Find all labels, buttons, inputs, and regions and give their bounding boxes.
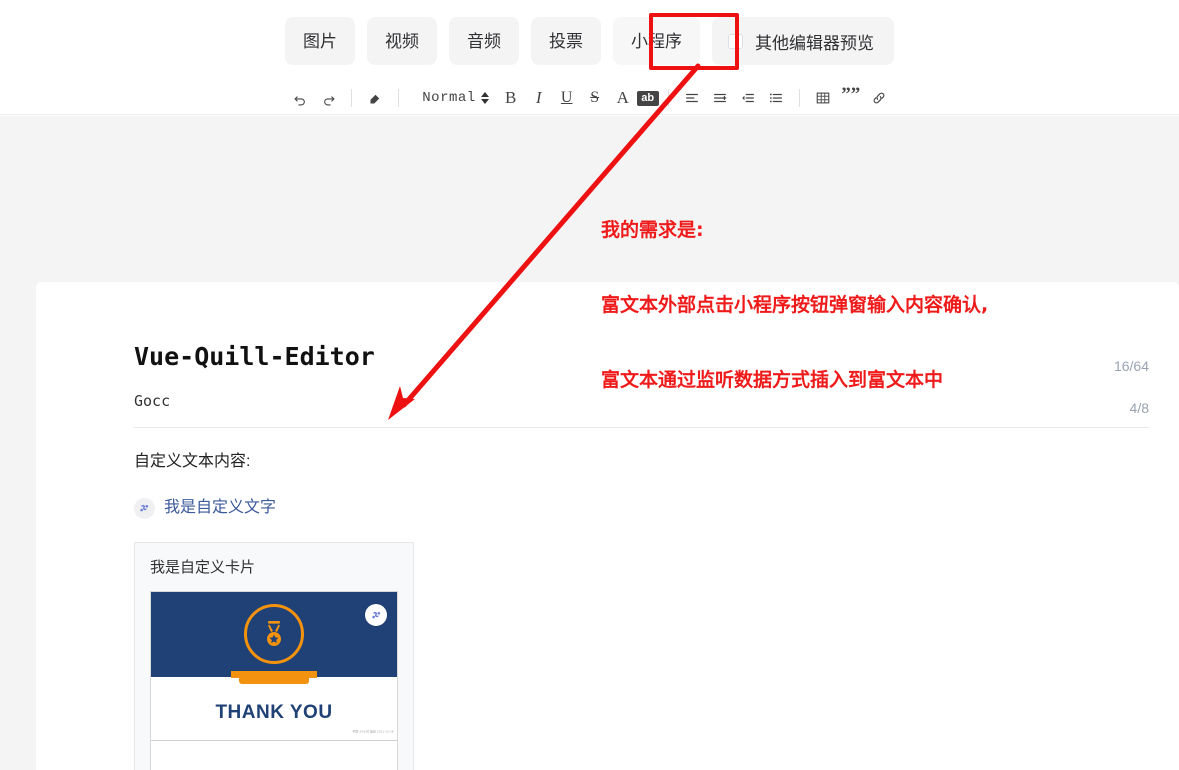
app-root: 图片 视频 音频 投票 小程序 其他编辑器预览 Normal B I U S A… — [0, 0, 1179, 770]
custom-text-label: 我是自定义文字 — [164, 499, 277, 516]
underline-button[interactable]: U — [553, 86, 581, 110]
title-counter: 16/64 — [1113, 358, 1149, 374]
subtitle-counter: 4/8 — [1129, 400, 1149, 416]
toolbar-divider — [667, 89, 669, 107]
card-miniprogram-icon[interactable] — [365, 604, 387, 626]
font-color-button[interactable]: A — [609, 86, 637, 110]
card-image-heading: THANK YOU — [215, 702, 333, 723]
card-body: 我是自定义卡片 THANK YOU 中国-24小时 编辑 2021-10-28 — [135, 543, 413, 770]
blockquote-button[interactable]: ”” — [837, 85, 865, 110]
align-indent-icon[interactable] — [706, 86, 734, 110]
editor-canvas: Vue-Quill-Editor 16/64 Gocc 4/8 自定义文本内容:… — [0, 116, 1179, 770]
indent-icon[interactable] — [734, 86, 762, 110]
annotation-line-2: 富文本外部点击小程序按钮弹窗输入内容确认, — [601, 294, 989, 316]
other-editor-preview-checkbox[interactable]: 其他编辑器预览 — [712, 17, 894, 65]
paragraph-text[interactable]: 自定义文本内容: — [134, 450, 1149, 474]
redo-icon[interactable] — [314, 86, 342, 110]
other-editor-preview-label: 其他编辑器预览 — [755, 33, 874, 53]
checkbox-box[interactable] — [728, 33, 743, 49]
vote-button[interactable]: 投票 — [531, 17, 601, 65]
quill-format-toolbar: Normal B I U S A ab ”” — [0, 82, 1179, 115]
align-left-icon[interactable] — [678, 86, 706, 110]
custom-text-embed[interactable]: 我是自定义文字 — [134, 496, 1149, 520]
strike-button[interactable]: S — [581, 86, 609, 110]
toolbar-divider — [351, 89, 353, 107]
background-color-button[interactable]: ab — [636, 90, 659, 106]
undo-icon[interactable] — [286, 86, 314, 110]
bold-button[interactable]: B — [497, 86, 525, 110]
ribbon-shape — [231, 671, 317, 684]
list-icon[interactable] — [762, 86, 790, 110]
italic-button[interactable]: I — [525, 86, 553, 110]
medal-icon — [244, 604, 304, 664]
card-image-credit: 中国-24小时 编辑 2021-10-28 — [352, 730, 394, 734]
header-picker-label: Normal — [422, 90, 476, 106]
video-button[interactable]: 视频 — [367, 17, 437, 65]
custom-card[interactable]: 我是自定义卡片 THANK YOU 中国-24小时 编辑 2021-10-28 — [134, 542, 414, 770]
card-image[interactable]: THANK YOU 中国-24小时 编辑 2021-10-28 — [150, 591, 398, 770]
table-icon[interactable] — [809, 86, 837, 110]
annotation-text: 我的需求是: 富文本外部点击小程序按钮弹窗输入内容确认, 富文本通过监听数据方式… — [601, 168, 988, 443]
chevron-updown-icon — [480, 92, 489, 104]
toolbar-divider — [798, 89, 800, 107]
toolbar-divider — [398, 89, 400, 107]
audio-button[interactable]: 音频 — [449, 17, 519, 65]
insert-toolbar: 图片 视频 音频 投票 小程序 其他编辑器预览 — [0, 0, 1179, 82]
card-image-rule — [151, 740, 397, 741]
link-icon[interactable] — [865, 86, 893, 110]
card-title: 我是自定义卡片 — [150, 559, 256, 576]
miniprogram-icon — [134, 497, 155, 519]
miniprogram-button[interactable]: 小程序 — [613, 17, 700, 65]
annotation-line-3: 富文本通过监听数据方式插入到富文本中 — [601, 369, 944, 391]
annotation-line-1: 我的需求是: — [601, 219, 704, 241]
image-button[interactable]: 图片 — [285, 17, 355, 65]
clean-format-icon[interactable] — [361, 86, 389, 110]
header-picker[interactable]: Normal — [422, 90, 489, 106]
